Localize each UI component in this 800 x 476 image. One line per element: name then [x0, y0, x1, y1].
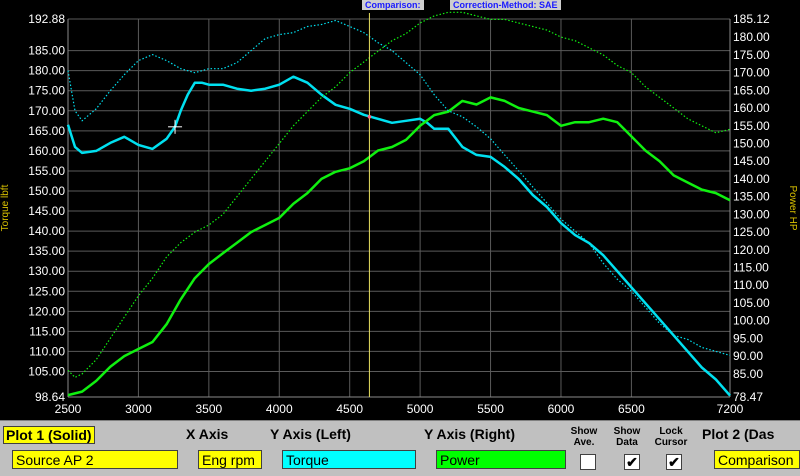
x-tick-label: 3500	[195, 402, 222, 416]
plot2-source-select[interactable]: Comparison	[714, 450, 800, 469]
y-right-tick-label: 115.00	[733, 261, 769, 275]
x-tick-label: 4000	[266, 402, 293, 416]
plot1-source-select[interactable]: Source AP 2	[12, 450, 178, 469]
x-tick-label: 2500	[55, 402, 82, 416]
x-tick-label: 6500	[618, 402, 645, 416]
y-right-tick-label: 175.00	[733, 48, 770, 62]
correction-method-label: Correction-Method: SAE	[450, 0, 561, 10]
y-left-tick-label: 175.00	[28, 84, 65, 98]
y-right-tick-label: 100.00	[733, 314, 770, 328]
y-right-tick-label: 165.00	[733, 83, 770, 97]
y-right-tick-label: 95.00	[733, 331, 763, 345]
y-left-tick-label: 165.00	[28, 124, 65, 138]
dyno-plot-area[interactable]: 192.88 185.00 180.00 175.00 170.00 165.00 160.…	[0, 0, 800, 420]
lock-cursor-checkbox[interactable]: ✔	[666, 454, 682, 470]
y-left-tick-label: 180.00	[28, 64, 65, 78]
x-tick-label: 4500	[336, 402, 363, 416]
y-left-tick-label: 160.00	[28, 144, 65, 158]
y-left-tick-label: 155.00	[28, 164, 65, 178]
plot-controls-panel: Plot 1 (Solid) X Axis Y Axis (Left) Y Ax…	[0, 420, 800, 476]
y-right-tick-label: 155.00	[733, 119, 770, 133]
y-right-tick-label: 135.00	[733, 190, 770, 204]
y-left-tick-label: 140.00	[28, 224, 65, 238]
y-axis-right-title: Y Axis (Right)	[424, 426, 516, 442]
comparison-label: Comparison:	[362, 0, 424, 10]
plot1-title: Plot 1 (Solid)	[3, 426, 95, 444]
lock-cursor-label: Lock Cursor	[654, 426, 688, 448]
series-power-right-solid-line	[67, 96, 731, 397]
y-left-tick-label: 115.00	[29, 324, 65, 338]
y-right-tick-label: 185.12	[733, 12, 770, 26]
show-ave-checkbox[interactable]	[580, 454, 596, 470]
y-right-tick-label: 78.47	[733, 390, 763, 404]
y-left-tick-label: 120.00	[28, 304, 65, 318]
y-right-tick-label: 85.00	[733, 367, 763, 381]
y-right-tick-label: 110.00	[733, 278, 769, 292]
plot2-title: Plot 2 (Das	[702, 426, 775, 442]
x-tick-label: 6000	[548, 402, 575, 416]
y-right-tick-label: 120.00	[733, 243, 770, 257]
series-torque-left-solid-line	[66, 75, 731, 397]
y-right-tick-label: 125.00	[733, 225, 770, 239]
y-left-tick-label: 150.00	[28, 184, 65, 198]
y-left-tick-label: 145.00	[28, 204, 65, 218]
y-axis-left-title: Y Axis (Left)	[270, 426, 351, 442]
show-data-label: Show Data	[613, 426, 641, 448]
y-right-tick-label: 180.00	[733, 30, 770, 44]
y-right-axis-label: Power HP	[787, 185, 798, 230]
x-tick-label: 5000	[407, 402, 434, 416]
x-axis-title: X Axis	[186, 426, 229, 442]
y-axis-left-select[interactable]: Torque	[282, 450, 416, 469]
y-right-tick-label: 170.00	[733, 66, 770, 80]
show-data-checkbox[interactable]: ✔	[624, 454, 640, 470]
y-right-tick-label: 130.00	[733, 207, 770, 221]
dyno-chart[interactable]: 192.88 185.00 180.00 175.00 170.00 165.00 160.…	[0, 0, 800, 420]
y-left-tick-label: 170.00	[28, 104, 65, 118]
y-right-tick-label: 105.00	[733, 296, 770, 310]
y-left-axis-label: Torque lbft	[0, 184, 11, 231]
y-left-tick-label: 185.00	[28, 44, 65, 58]
y-right-tick-label: 90.00	[733, 349, 763, 363]
y-right-tick-label: 145.00	[733, 154, 770, 168]
y-right-tick-label: 160.00	[733, 101, 770, 115]
y-right-tick-label: 140.00	[733, 172, 770, 186]
y-left-tick-label: 130.00	[28, 264, 65, 278]
y-left-tick-label: 110.00	[29, 344, 65, 358]
x-tick-label: 3000	[125, 402, 152, 416]
y-right-tick-label: 150.00	[733, 136, 770, 150]
y-left-tick-label: 105.00	[28, 364, 65, 378]
x-tick-label: 7200	[717, 402, 744, 416]
show-ave-label: Show Ave.	[570, 426, 598, 448]
y-left-tick-label: 125.00	[28, 284, 65, 298]
cursor-point	[367, 114, 372, 119]
y-left-tick-label: 135.00	[28, 244, 65, 258]
x-axis-select[interactable]: Eng rpm	[198, 450, 262, 469]
y-left-tick-label: 192.88	[28, 12, 65, 26]
x-tick-label: 5500	[477, 402, 504, 416]
y-axis-right-select[interactable]: Power	[436, 450, 566, 469]
